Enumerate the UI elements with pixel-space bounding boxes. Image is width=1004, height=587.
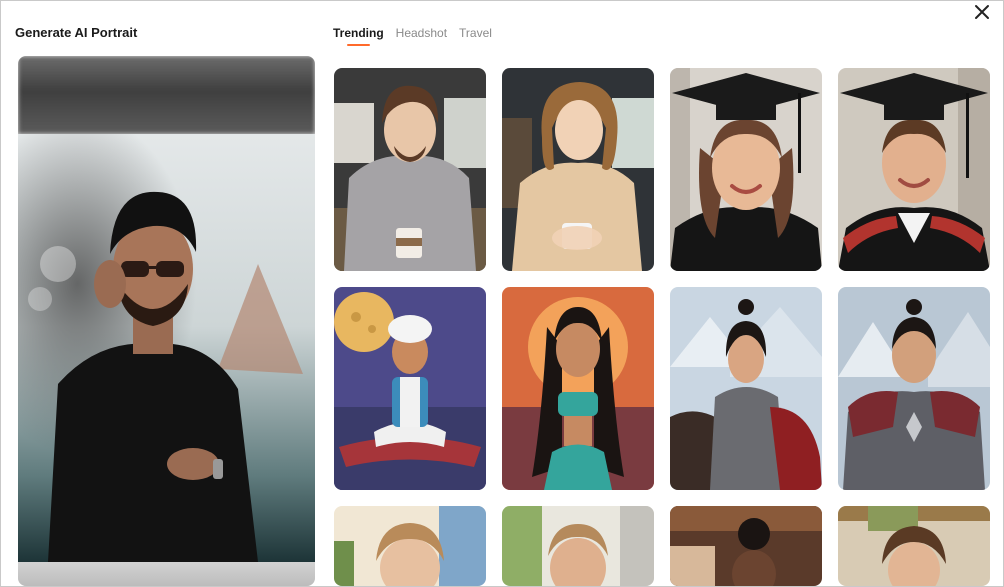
- template-card-man-park[interactable]: [502, 506, 654, 586]
- template-card-anime-man-coffee[interactable]: [334, 68, 486, 271]
- template-card-arabian-prince-carpet[interactable]: [334, 287, 486, 490]
- arabian-prince-carpet-image: [334, 287, 486, 490]
- style-tabs: Trending Headshot Travel: [333, 26, 492, 46]
- samurai-man-armor-image: [838, 287, 990, 490]
- tab-travel[interactable]: Travel: [459, 26, 492, 46]
- preview-blur-bottom: [18, 562, 315, 586]
- woman-city-image: [334, 506, 486, 586]
- preview-blur-top: [18, 56, 315, 134]
- close-button[interactable]: [973, 3, 991, 21]
- template-card-warrior-woman-horse[interactable]: [670, 287, 822, 490]
- graduation-man-image: [838, 68, 990, 271]
- template-grid: [334, 68, 994, 586]
- warrior-woman-horse-image: [670, 287, 822, 490]
- tab-trending[interactable]: Trending: [333, 26, 384, 46]
- template-card-arabian-princess[interactable]: [502, 287, 654, 490]
- tab-headshot[interactable]: Headshot: [396, 26, 447, 46]
- man-park-image: [502, 506, 654, 586]
- template-card-woman-cafe[interactable]: [670, 506, 822, 586]
- arabian-princess-image: [502, 287, 654, 490]
- graduation-woman-image: [670, 68, 822, 271]
- dialog-title: Generate AI Portrait: [15, 25, 138, 40]
- anime-woman-coffee-image: [502, 68, 654, 271]
- woman-market-image: [838, 506, 990, 586]
- source-photo-preview: [18, 56, 315, 586]
- person-with-sunglasses-image: [18, 134, 315, 562]
- template-card-graduation-woman[interactable]: [670, 68, 822, 271]
- template-card-woman-market[interactable]: [838, 506, 990, 586]
- portrait-generator-dialog: Generate AI Portrait Trending Headshot T…: [0, 0, 1004, 587]
- anime-man-coffee-image: [334, 68, 486, 271]
- template-card-graduation-man[interactable]: [838, 68, 990, 271]
- template-card-woman-city[interactable]: [334, 506, 486, 586]
- close-icon: [975, 5, 989, 19]
- template-card-anime-woman-coffee[interactable]: [502, 68, 654, 271]
- woman-cafe-image: [670, 506, 822, 586]
- template-card-samurai-man-armor[interactable]: [838, 287, 990, 490]
- source-photo: [18, 134, 315, 562]
